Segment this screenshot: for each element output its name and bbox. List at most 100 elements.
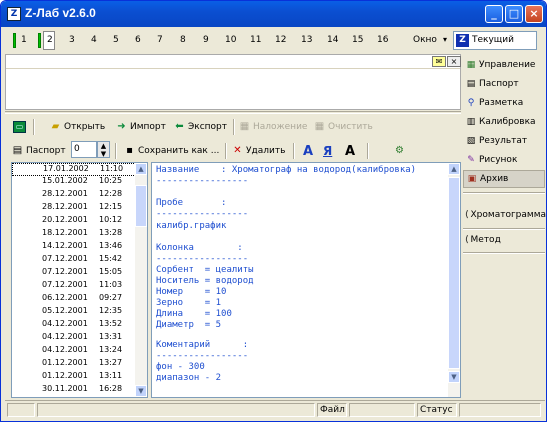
- tab-4[interactable]: 4: [91, 35, 97, 45]
- clear-button[interactable]: ▦ Очистить: [313, 119, 373, 135]
- scroll-up-icon[interactable]: ▲: [135, 163, 147, 175]
- close-panel-icon[interactable]: ×: [447, 56, 461, 67]
- sidebar-item-archive[interactable]: ▣ Архив: [463, 170, 545, 188]
- tab-8[interactable]: 8: [180, 35, 186, 45]
- sidebar-item-control[interactable]: ▦ Управление: [463, 56, 545, 74]
- tab-7[interactable]: 7: [157, 35, 163, 45]
- passport-toolbar: ▤ Паспорт 0 ▲ ▼ ▪ Сохранить как ... ✕ Удалит…: [5, 140, 461, 160]
- status-bar: Файл Статус: [5, 400, 545, 418]
- minimize-button[interactable]: _: [485, 5, 503, 23]
- maximize-button[interactable]: □: [505, 5, 523, 23]
- chevron-down-icon[interactable]: ▾: [443, 35, 447, 44]
- list-item[interactable]: 04.12.2001 13:24: [12, 345, 136, 358]
- tab-6[interactable]: 6: [135, 35, 141, 45]
- sidebar-item-method[interactable]: ⟨ Метод: [463, 231, 545, 249]
- mode-select[interactable]: Z Текущий: [453, 31, 537, 50]
- underline-font-button[interactable]: Я: [323, 143, 332, 159]
- splitter[interactable]: [5, 111, 461, 114]
- list-item-date: 15.01.2002: [42, 176, 88, 185]
- window-menu[interactable]: Окно: [413, 35, 437, 45]
- scroll-thumb[interactable]: [135, 185, 147, 227]
- list-item[interactable]: 04.12.2001 13:52: [12, 319, 136, 332]
- list-item[interactable]: 18.12.2001 13:28: [12, 228, 136, 241]
- sidebar-item-chromatogram[interactable]: ⟨ Хроматограмма: [463, 206, 546, 224]
- result-icon: ▧: [466, 136, 476, 146]
- chromatogram-panel[interactable]: ✉ ×: [5, 54, 461, 110]
- tab-3[interactable]: 3: [69, 35, 75, 45]
- list-item[interactable]: 05.12.2001 12:35: [12, 306, 136, 319]
- list-item[interactable]: 06.12.2001 09:27: [12, 293, 136, 306]
- tab-2[interactable]: 2: [47, 35, 53, 45]
- scroll-down-icon[interactable]: ▼: [448, 371, 460, 383]
- list-item[interactable]: 07.12.2001 11:03: [12, 280, 136, 293]
- scroll-thumb[interactable]: [448, 177, 460, 369]
- list-item[interactable]: 28.12.2001 12:28: [12, 189, 136, 202]
- list-item[interactable]: 17.01.2002 11:10: [12, 163, 136, 176]
- sidebar-item-label: Разметка: [479, 98, 524, 108]
- close-button[interactable]: ×: [525, 5, 543, 23]
- list-item[interactable]: 30.11.2001 16:28: [12, 384, 136, 397]
- import-button[interactable]: ➜ Импорт: [115, 119, 166, 135]
- archive-list[interactable]: 17.01.2002 11:10 15.01.2002 10:25 28.12.20…: [11, 162, 148, 398]
- save-as-button[interactable]: ▪ Сохранить как ...: [123, 143, 219, 159]
- delete-icon: ✕: [233, 145, 242, 156]
- tab-14[interactable]: 14: [327, 35, 338, 45]
- envelope-icon[interactable]: ✉: [432, 56, 446, 67]
- scroll-down-icon[interactable]: ▼: [135, 385, 147, 397]
- list-item[interactable]: 04.12.2001 13:31: [12, 332, 136, 345]
- tab-15[interactable]: 15: [352, 35, 363, 45]
- list-item[interactable]: 07.12.2001 15:05: [12, 267, 136, 280]
- list-item[interactable]: 07.12.2001 15:42: [12, 254, 136, 267]
- export-button[interactable]: ⬅ Экспорт: [173, 119, 227, 135]
- list-item[interactable]: 01.12.2001 13:27: [12, 358, 136, 371]
- archive-icon: ▣: [467, 174, 477, 184]
- font-color-button[interactable]: A: [345, 143, 355, 159]
- list-item-date: 07.12.2001: [42, 254, 88, 263]
- sidebar-item-result[interactable]: ▧ Результат: [463, 132, 545, 150]
- tab-12[interactable]: 12: [275, 35, 286, 45]
- sidebar-item-markup[interactable]: ⚲ Разметка: [463, 94, 545, 112]
- tab-16[interactable]: 16: [377, 35, 388, 45]
- tab-9[interactable]: 9: [203, 35, 209, 45]
- toolbar-divider: [367, 143, 369, 159]
- open-button[interactable]: ▰ Открыть: [49, 119, 106, 135]
- status-cell: [7, 403, 35, 417]
- sidebar-item-picture[interactable]: ✎ Рисунок: [463, 151, 545, 169]
- list-item-time: 10:25: [99, 176, 123, 185]
- sidebar-item-calibration[interactable]: ▥ Калибровка: [463, 113, 545, 131]
- file-toolbar: ▭ ▰ Открыть ➜ Импорт ⬅ Экспорт ▦ Наложение ▦…: [5, 116, 461, 137]
- view-toggle-button[interactable]: ▭: [13, 119, 26, 135]
- list-item[interactable]: 20.12.2001 10:12: [12, 215, 136, 228]
- chromatogram-header: ✉ ×: [6, 55, 461, 69]
- tab-13[interactable]: 13: [301, 35, 312, 45]
- font-button[interactable]: A: [303, 143, 313, 159]
- list-scrollbar[interactable]: ▲ ▼: [135, 163, 147, 397]
- passport-icon: ▤: [466, 79, 476, 89]
- list-item[interactable]: 28.12.2001 12:15: [12, 202, 136, 215]
- overlay-icon: ▦: [239, 121, 250, 132]
- arrow-left-icon: ⬅: [175, 121, 184, 132]
- passport-text-panel[interactable]: Название : Хроматограф на водород(калибр…: [151, 162, 461, 398]
- passport-button[interactable]: ▤ Паспорт: [11, 143, 66, 159]
- tab-10[interactable]: 10: [225, 35, 236, 45]
- list-item-date: 04.12.2001: [42, 332, 88, 341]
- list-item[interactable]: 15.01.2002 10:25: [12, 176, 136, 189]
- overlay-button[interactable]: ▦ Наложение: [238, 119, 308, 135]
- passport-number-input[interactable]: 0: [71, 141, 97, 158]
- number-spinner[interactable]: ▲ ▼: [97, 141, 110, 158]
- sidebar-item-passport[interactable]: ▤ Паспорт: [463, 75, 545, 93]
- scroll-up-icon[interactable]: ▲: [448, 163, 460, 175]
- text-line: -----------------: [156, 209, 249, 219]
- save-as-label: Сохранить как ...: [138, 146, 220, 156]
- delete-button[interactable]: ✕ Удалить: [231, 143, 285, 159]
- list-item[interactable]: 01.12.2001 13:11: [12, 371, 136, 384]
- channel-indicator-icon: [38, 33, 41, 48]
- tab-11[interactable]: 11: [250, 35, 261, 45]
- settings-button[interactable]: ⚙: [393, 143, 406, 159]
- tab-1[interactable]: 1: [21, 35, 27, 45]
- markup-icon: ⚲: [467, 98, 475, 108]
- text-scrollbar[interactable]: ▲ ▼: [448, 163, 460, 397]
- title-bar[interactable]: Z Z-Лаб v2.6.0 _ □ ×: [1, 1, 546, 27]
- tab-5[interactable]: 5: [113, 35, 119, 45]
- list-item[interactable]: 14.12.2001 13:46: [12, 241, 136, 254]
